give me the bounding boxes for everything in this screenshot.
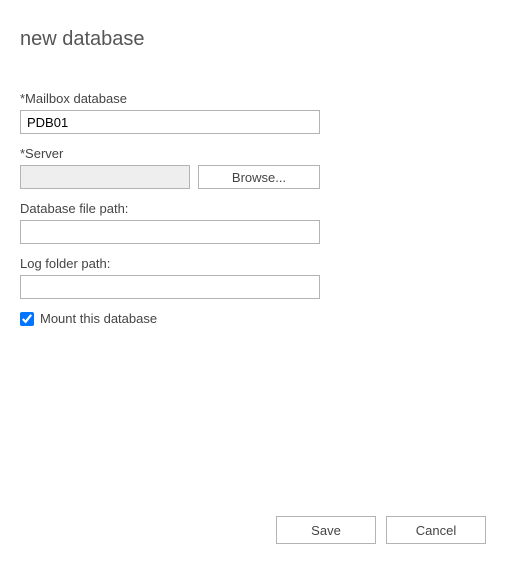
- server-input: [20, 165, 190, 189]
- log-folder-path-input[interactable]: [20, 275, 320, 299]
- server-group: *Server Browse...: [20, 146, 490, 189]
- cancel-button[interactable]: Cancel: [386, 516, 486, 544]
- footer: Save Cancel: [276, 516, 486, 544]
- db-file-path-group: Database file path:: [20, 201, 490, 244]
- mount-checkbox-label: Mount this database: [40, 311, 157, 326]
- browse-button[interactable]: Browse...: [198, 165, 320, 189]
- mailbox-database-group: *Mailbox database: [20, 91, 490, 134]
- log-folder-path-label: Log folder path:: [20, 256, 490, 271]
- log-folder-path-group: Log folder path:: [20, 256, 490, 299]
- mailbox-database-label: *Mailbox database: [20, 91, 490, 106]
- mailbox-database-input[interactable]: [20, 110, 320, 134]
- save-button[interactable]: Save: [276, 516, 376, 544]
- db-file-path-label: Database file path:: [20, 201, 490, 216]
- db-file-path-input[interactable]: [20, 220, 320, 244]
- mount-checkbox-row: Mount this database: [20, 311, 490, 326]
- page-title: new database: [20, 28, 490, 51]
- mount-checkbox[interactable]: [20, 312, 34, 326]
- server-label: *Server: [20, 146, 490, 161]
